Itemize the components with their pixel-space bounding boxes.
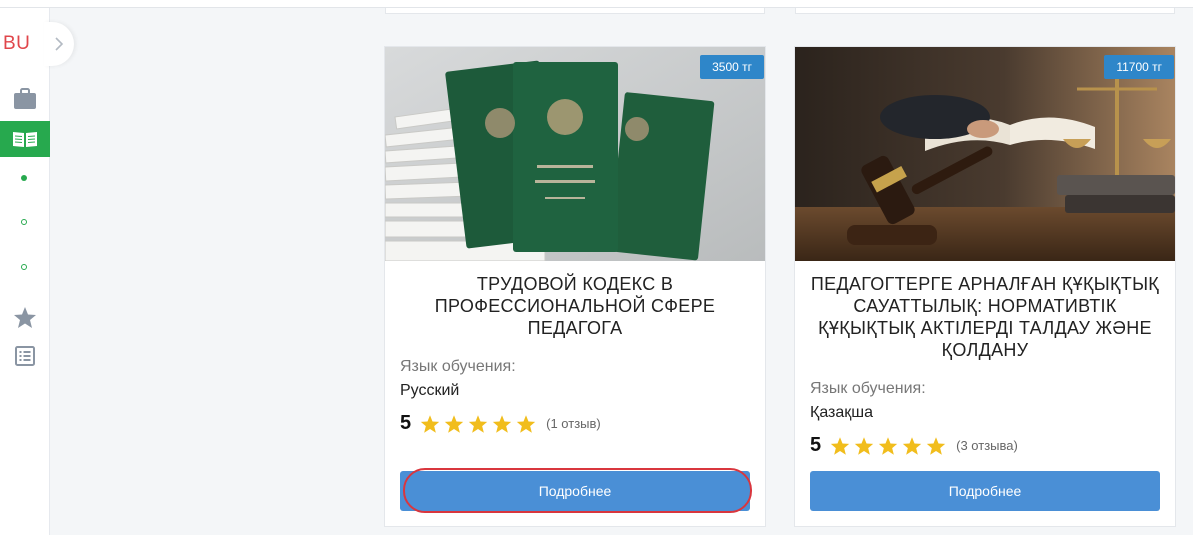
star-icon — [516, 414, 536, 433]
open-book-icon — [13, 132, 37, 147]
course-card: 3500 тг ТРУДОВОЙ КОДЕКС В ПРОФЕССИОНАЛЬН… — [384, 46, 766, 527]
course-title[interactable]: ТРУДОВОЙ КОДЕКС В ПРОФЕССИОНАЛЬНОЙ СФЕРЕ… — [399, 273, 751, 339]
submenu-dot[interactable] — [21, 219, 27, 225]
star-icon — [830, 436, 850, 455]
rating-value: 5 — [810, 434, 822, 456]
sidebar-item-starred[interactable] — [0, 299, 50, 335]
rating: 5 (1 отзыв) — [400, 412, 601, 435]
language-label: Язык обучения: — [400, 358, 516, 375]
reviews-count[interactable]: (1 отзыв) — [546, 416, 601, 431]
submenu-dot-active[interactable] — [21, 175, 27, 181]
list-icon — [15, 346, 35, 366]
chevron-right-icon — [55, 37, 64, 51]
course-image-art — [385, 47, 765, 261]
course-image-art — [795, 47, 1175, 261]
details-button[interactable]: Подробнее — [810, 471, 1160, 511]
star-icon — [878, 436, 898, 455]
course-image[interactable]: 11700 тг — [795, 47, 1175, 261]
sidebar-item-briefcase[interactable] — [0, 81, 50, 117]
star-icon — [14, 306, 36, 328]
star-icon — [492, 414, 512, 433]
rating: 5 (3 отзыва) — [810, 434, 1018, 457]
course-card: 11700 тг ПЕДАГОГТЕРГЕ АРНАЛҒАН ҚҰҚЫҚТЫҚ … — [794, 46, 1176, 527]
rating-value: 5 — [400, 412, 412, 434]
star-icon — [444, 414, 464, 433]
sidebar-toggle-button[interactable] — [44, 22, 74, 66]
course-image[interactable]: 3500 тг — [385, 47, 765, 261]
sidebar-item-courses[interactable] — [0, 121, 50, 157]
star-rating — [830, 436, 946, 456]
submenu-dot[interactable] — [21, 264, 27, 270]
star-icon — [420, 414, 440, 433]
details-button[interactable]: Подробнее — [400, 471, 750, 511]
logo[interactable]: BU — [3, 33, 30, 55]
reviews-count[interactable]: (3 отзыва) — [956, 438, 1018, 453]
star-rating — [420, 414, 536, 434]
price-badge: 11700 тг — [1104, 55, 1174, 79]
top-bar — [0, 0, 1193, 8]
sidebar: BU — [0, 0, 50, 535]
star-icon — [926, 436, 946, 455]
language-value: Русский — [400, 382, 460, 399]
star-icon — [468, 414, 488, 433]
sidebar-item-list[interactable] — [0, 338, 50, 374]
star-icon — [854, 436, 874, 455]
language-label: Язык обучения: — [810, 380, 926, 397]
star-icon — [902, 436, 922, 455]
briefcase-icon — [14, 88, 36, 109]
language-value: Қазақша — [810, 404, 874, 421]
price-badge: 3500 тг — [700, 55, 764, 79]
course-title[interactable]: ПЕДАГОГТЕРГЕ АРНАЛҒАН ҚҰҚЫҚТЫҚ САУАТТЫЛЫ… — [809, 273, 1161, 361]
